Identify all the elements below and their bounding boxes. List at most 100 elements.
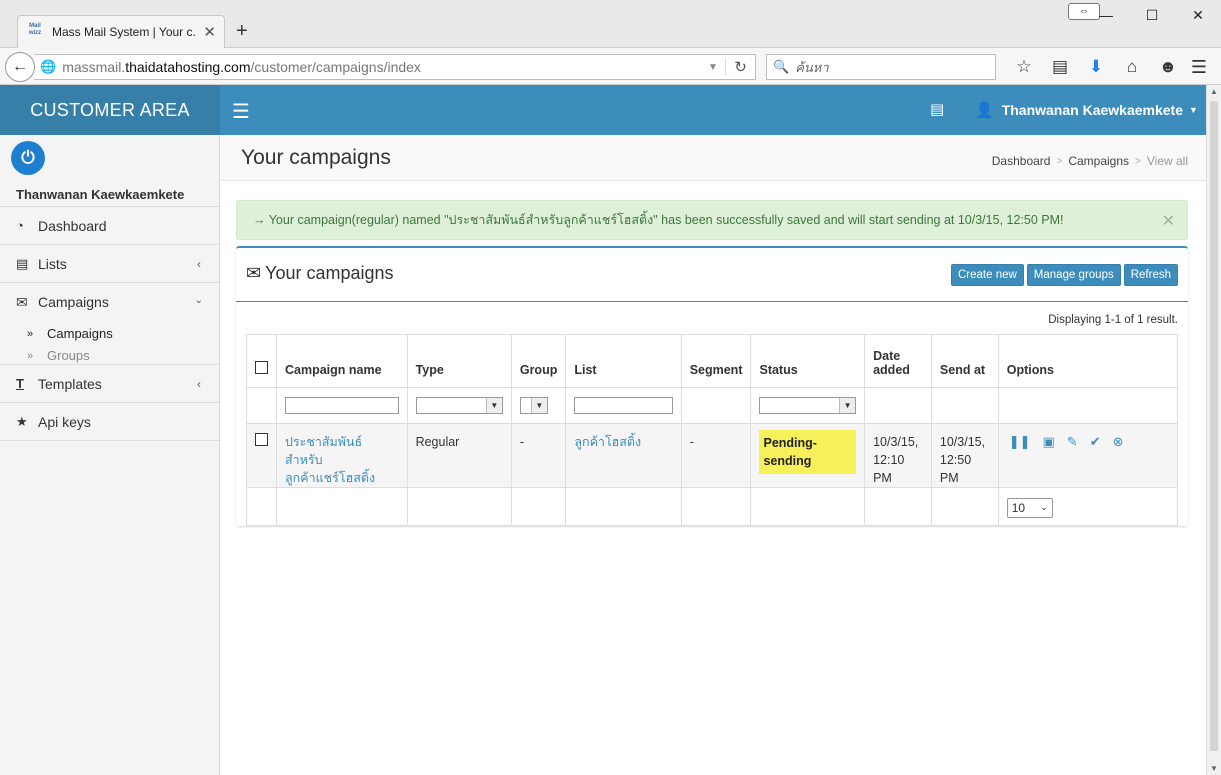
reload-icon[interactable]: ↻ [725, 58, 755, 76]
header-send-at[interactable]: Send at [930, 334, 999, 388]
content-header: Your campaigns Dashboard > Campaigns > V… [221, 135, 1206, 181]
chevron-down-icon: ⌄ [1040, 502, 1048, 512]
chevron-left-icon: ‹ [197, 376, 201, 391]
overview-icon[interactable]: ▣ [1043, 433, 1055, 451]
list-link[interactable]: ลูกค้าโฮสติ้ง [574, 435, 641, 449]
chevron-down-icon: ⌄ [194, 295, 203, 306]
page-title: Your campaigns [241, 146, 391, 169]
envelope-icon: ✉ [16, 293, 28, 310]
breadcrumb-campaigns[interactable]: Campaigns [1068, 154, 1129, 168]
scroll-thumb[interactable] [1210, 101, 1218, 751]
url-bar[interactable]: 🌐 massmail.thaidatahosting.com/customer/… [34, 54, 756, 80]
reading-list-icon[interactable]: ▤ [1042, 55, 1078, 79]
cancel-circle-icon[interactable]: ⊗ [1113, 433, 1124, 451]
breadcrumb-separator: > [1135, 155, 1141, 167]
sidebar-item-templates[interactable]: T Templates ‹ [0, 365, 219, 403]
chevron-down-icon: ▼ [485, 398, 502, 413]
pause-icon[interactable]: ❚❚ [1009, 433, 1031, 451]
header-user-name: Thanwanan Kaewkaemkete [1001, 102, 1183, 118]
user-menu[interactable]: 👤 Thanwanan Kaewkaemkete ▼ [975, 101, 1198, 119]
home-icon[interactable]: ⌂ [1114, 55, 1150, 79]
tab-close-icon[interactable]: ✕ [203, 23, 216, 41]
filter-group-select[interactable]: ▼ [519, 397, 548, 414]
sidebar: ⏻ Thanwanan Kaewkaemkete ◔ Dashboard ▤ L… [0, 135, 220, 775]
alert-close-icon[interactable]: ✕ [1162, 211, 1175, 231]
sidebar-item-api-keys[interactable]: ★ Api keys [0, 403, 219, 441]
select-all-checkbox[interactable] [255, 361, 268, 374]
double-chevron-right-icon: » [27, 327, 34, 340]
header-segment[interactable]: Segment [680, 334, 752, 388]
header-group[interactable]: Group [510, 334, 567, 388]
row-checkbox[interactable] [255, 433, 268, 446]
header-date-added[interactable]: Date added [864, 334, 932, 388]
refresh-button[interactable]: Refresh [1123, 264, 1178, 286]
check-icon[interactable]: ✔ [1090, 433, 1101, 451]
tab-title: Mass Mail System | Your c... [52, 25, 198, 39]
caret-down-icon: ▼ [1188, 105, 1198, 115]
maximize-icon[interactable]: ☐ [1129, 0, 1175, 30]
header-status[interactable]: Status [750, 334, 866, 388]
url-text[interactable]: massmail.thaidatahosting.com/customer/ca… [62, 59, 701, 75]
smiley-icon[interactable]: ☻ [1150, 55, 1186, 79]
server-list-icon[interactable]: ▤ [930, 100, 944, 118]
scroll-down-icon[interactable]: ▼ [1210, 764, 1218, 773]
window-close-icon[interactable]: ✕ [1175, 0, 1221, 30]
breadcrumb-dashboard[interactable]: Dashboard [992, 154, 1051, 168]
status-badge: Pending-sending [759, 430, 857, 474]
header-select-all[interactable] [246, 334, 277, 388]
back-button[interactable]: ← [5, 52, 35, 82]
scroll-up-icon[interactable]: ▲ [1210, 87, 1218, 96]
sidebar-item-dashboard[interactable]: ◔ Dashboard [0, 207, 219, 245]
download-icon[interactable]: ⬇ [1078, 55, 1114, 79]
app-header: CUSTOMER AREA ☰ ▤ 👤 Thanwanan Kaewkaemke… [0, 85, 1206, 135]
pager-row: 10 ⌄ [246, 487, 1179, 526]
manage-groups-button[interactable]: Manage groups [1026, 264, 1121, 286]
chevron-down-icon: ▼ [530, 398, 547, 413]
cell-type: Regular [406, 423, 512, 488]
search-placeholder: ค้นหา [795, 59, 829, 75]
success-alert: → Your campaign(regular) named "ประชาสัม… [236, 200, 1188, 240]
sidebar-subitem-campaigns[interactable]: » Campaigns [27, 326, 113, 341]
sidebar-toggle-icon[interactable]: ☰ [232, 99, 250, 124]
new-tab-icon[interactable]: + [236, 20, 248, 43]
power-logo-icon: ⏻ [11, 141, 45, 175]
main-content: Your campaigns Dashboard > Campaigns > V… [221, 135, 1206, 775]
browser-search-input[interactable]: 🔍 ค้นหา [766, 54, 996, 80]
chevron-down-icon: ▼ [839, 398, 856, 413]
box-title: ✉ Your campaigns [246, 263, 394, 283]
browser-menu-icon[interactable]: ☰ [1186, 55, 1212, 79]
page-size-select[interactable]: 10 ⌄ [1006, 497, 1053, 518]
browser-tab[interactable]: Mail wizz Mass Mail System | Your c... ✕ [17, 15, 225, 48]
create-new-button[interactable]: Create new [950, 264, 1024, 286]
campaigns-table: Campaign name Type Group List Segment St… [246, 334, 1179, 526]
sidebar-item-lists[interactable]: ▤ Lists ‹ [0, 245, 219, 283]
sidebar-item-campaigns[interactable]: ✉ Campaigns ⌄ [0, 283, 219, 321]
filter-type-select[interactable]: ▼ [415, 397, 503, 414]
table-header-row: Campaign name Type Group List Segment St… [246, 334, 1179, 388]
header-campaign-name[interactable]: Campaign name [276, 334, 408, 388]
filter-status-select[interactable]: ▼ [759, 397, 857, 414]
minimize-icon[interactable]: — [1083, 0, 1129, 30]
header-list[interactable]: List [565, 334, 682, 388]
campaign-name-link[interactable]: ประชาสัมพันธ์สำหรับ ลูกค้าแชร์โฮสติ้ง [285, 435, 375, 485]
brand-logo[interactable]: CUSTOMER AREA [0, 85, 220, 135]
double-chevron-right-icon: » [27, 349, 34, 362]
chevron-left-icon: ‹ [197, 256, 201, 271]
page-scrollbar[interactable]: ▲ ▼ [1206, 85, 1221, 775]
dashboard-gauge-icon: ◔ [16, 218, 24, 233]
user-icon: 👤 [975, 102, 994, 119]
edit-pencil-icon[interactable]: ✎ [1067, 433, 1078, 451]
header-type[interactable]: Type [406, 334, 512, 388]
envelope-icon: ✉ [246, 263, 262, 283]
filter-campaign-name-input[interactable] [285, 397, 399, 414]
list-icon: ▤ [16, 255, 29, 271]
filter-list-input[interactable] [574, 397, 673, 414]
sidebar-subitem-groups[interactable]: » Groups [27, 348, 90, 363]
bookmark-star-icon[interactable]: ☆ [1006, 55, 1042, 79]
url-dropdown-icon[interactable]: ▼ [701, 62, 725, 73]
campaigns-box: ✉ Your campaigns Create new Manage group… [236, 246, 1188, 526]
breadcrumb-view-all: View all [1146, 154, 1188, 168]
globe-icon: 🌐 [40, 59, 57, 74]
mailwizz-favicon-icon: Mail wizz [28, 23, 42, 36]
results-summary: Displaying 1-1 of 1 result. [1048, 314, 1178, 326]
